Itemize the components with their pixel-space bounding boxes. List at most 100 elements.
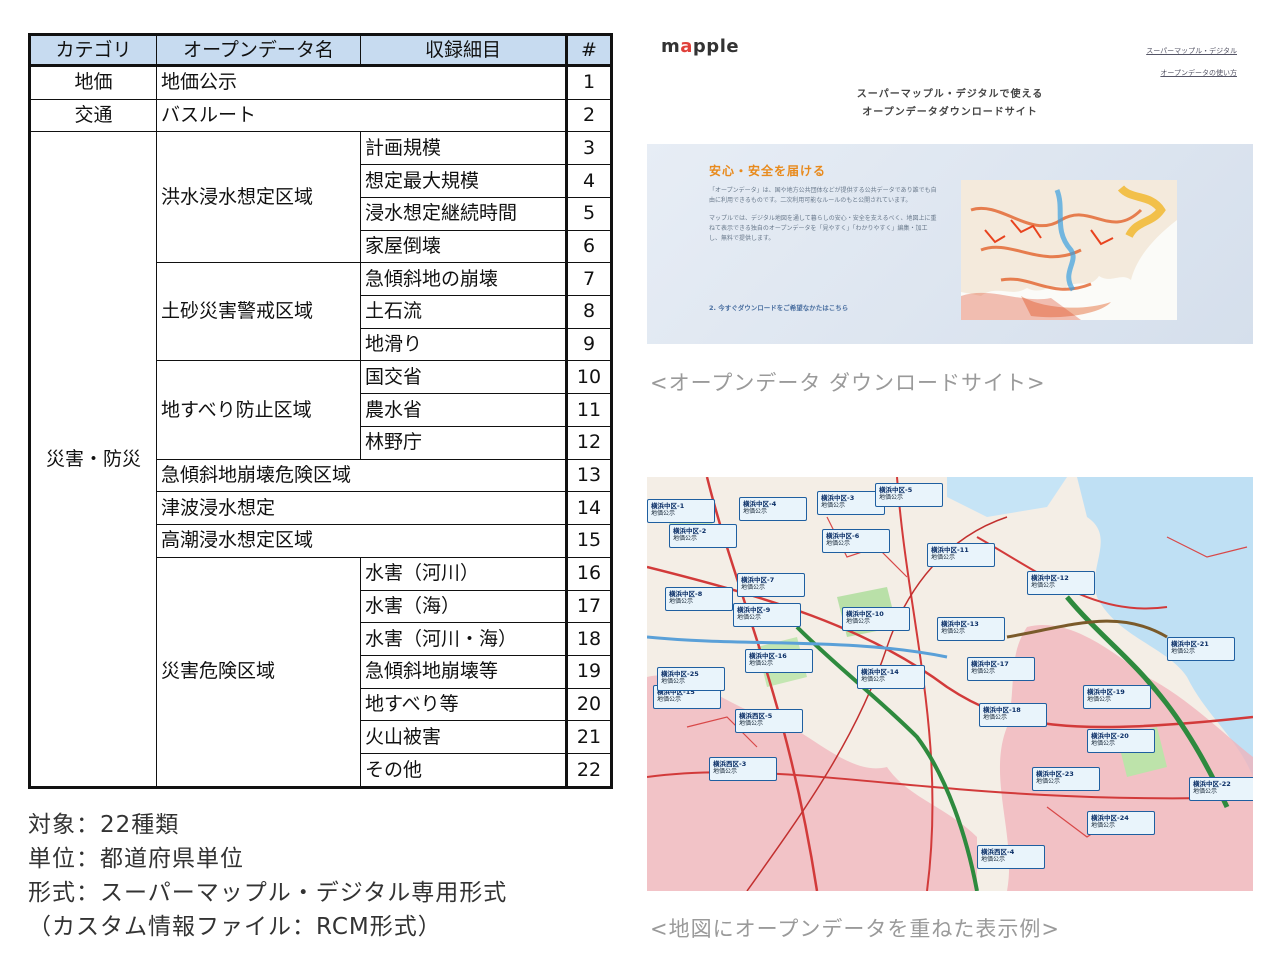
detail-cell: 地滑り (360, 327, 567, 362)
map-label-title: 横浜中区-17 (971, 660, 1009, 668)
map-price-label[interactable]: 横浜中区-13 地価公示 (937, 617, 1005, 641)
map-label-sub: 地価公示 (657, 696, 682, 703)
map-price-label[interactable]: 横浜中区-10 地価公示 (842, 607, 910, 631)
map-label-sub: 地価公示 (846, 618, 871, 625)
detail-cell: 地すべり等 (360, 687, 567, 722)
map-price-label[interactable]: 横浜中区-17 地価公示 (967, 657, 1035, 681)
map-label-sub: 地価公示 (743, 508, 768, 515)
map-label-sub: 地価公示 (1091, 822, 1116, 829)
open-data-name-cell: 地価公示 (156, 65, 567, 100)
map-label-title: 横浜中区-19 (1087, 688, 1125, 696)
map-price-label[interactable]: 横浜中区-21 地価公示 (1167, 637, 1235, 661)
map-price-label[interactable]: 横浜中区-6 地価公示 (822, 529, 890, 553)
map-label-sub: 地価公示 (713, 768, 738, 775)
site-link-super-mapple[interactable]: スーパーマップル・デジタル (1146, 40, 1237, 62)
number-cell: 9 (565, 327, 612, 362)
site-heading-line1: スーパーマップル・デジタルで使える (856, 89, 1044, 100)
map-price-label[interactable]: 横浜西区-3 地価公示 (709, 757, 777, 781)
hero-paragraph: マップルでは、デジタル地図を通して暮らしの安心・安全を支えるべく、地図上に重ねて… (709, 215, 937, 242)
map-label-title: 横浜中区-8 (669, 590, 703, 598)
map-label-title: 横浜中区-10 (846, 610, 884, 618)
map-label-title: 横浜中区-12 (1031, 574, 1069, 582)
detail-cell: 水害（河川） (360, 556, 567, 591)
number-cell: 20 (565, 687, 612, 722)
hero-title: 安心・安全を届ける (709, 164, 827, 178)
number-cell: 16 (565, 556, 612, 591)
map-price-label[interactable]: 横浜西区-5 地価公示 (735, 709, 803, 733)
number-cell: 3 (565, 131, 612, 166)
open-data-name-cell: 洪水浸水想定区域 (156, 131, 361, 264)
header-detail: 収録細目 (360, 34, 567, 67)
detail-cell: 水害（河川・海） (360, 622, 567, 656)
map-price-label[interactable]: 横浜西区-4 地価公示 (977, 845, 1045, 869)
map-label-title: 横浜中区-16 (749, 652, 787, 660)
number-cell: 14 (565, 491, 612, 526)
map-label-sub: 地価公示 (931, 554, 956, 561)
table-row: 交通 バスルート 2 (29, 98, 612, 133)
detail-cell: 林野庁 (360, 425, 567, 460)
map-label-title: 横浜中区-18 (983, 706, 1021, 714)
detail-cell: 浸水想定継続時間 (360, 196, 567, 231)
map-label-title: 横浜中区-14 (861, 668, 899, 676)
number-cell: 4 (565, 164, 612, 198)
category-cell: 地価 (29, 65, 157, 100)
map-price-label[interactable]: 横浜中区-2 地価公示 (669, 524, 737, 548)
map-price-label[interactable]: 横浜中区-18 地価公示 (979, 703, 1047, 727)
map-price-label[interactable]: 横浜中区-25 地価公示 (657, 667, 725, 691)
map-price-label[interactable]: 横浜中区-8 地価公示 (665, 587, 733, 611)
detail-cell: 計画規模 (360, 131, 567, 166)
map-label-sub: 地価公示 (669, 598, 694, 605)
map-price-label[interactable]: 横浜中区-22 地価公示 (1189, 777, 1253, 801)
map-label-sub: 地価公示 (1091, 740, 1116, 747)
map-price-label[interactable]: 横浜中区-19 地価公示 (1083, 685, 1151, 709)
map-label-title: 横浜中区-23 (1036, 770, 1074, 778)
map-label-sub: 地価公示 (983, 714, 1008, 721)
data-notes: 対象：22種類 単位：都道府県単位 形式：スーパーマップル・デジタル専用形式 （… (28, 808, 507, 944)
map-price-label[interactable]: 横浜中区-23 地価公示 (1032, 767, 1100, 791)
map-label-title: 横浜中区-1 (651, 502, 685, 510)
map-price-label[interactable]: 横浜中区-9 地価公示 (733, 603, 801, 627)
map-label-title: 横浜中区-13 (941, 620, 979, 628)
open-data-table: カテゴリ オープンデータ名 収録細目 # 地価 地価公示 1 交通 バスルート … (28, 33, 613, 789)
header-category: カテゴリ (29, 34, 157, 67)
map-price-label[interactable]: 横浜中区-4 地価公示 (739, 497, 807, 521)
base-map (647, 477, 1253, 891)
map-price-label[interactable]: 横浜中区-16 地価公示 (745, 649, 813, 673)
map-price-label[interactable]: 横浜中区-7 地価公示 (737, 573, 805, 597)
open-data-name-cell: 土砂災害警戒区域 (156, 262, 361, 362)
detail-cell: 水害（海） (360, 589, 567, 624)
map-label-title: 横浜西区-4 (981, 848, 1015, 856)
map-price-label[interactable]: 横浜中区-5 地価公示 (875, 483, 943, 507)
map-label-sub: 地価公示 (661, 678, 686, 685)
map-price-label[interactable]: 横浜中区-1 地価公示 (647, 499, 715, 523)
map-price-label[interactable]: 横浜中区-11 地価公示 (927, 543, 995, 567)
map-label-sub: 地価公示 (1193, 788, 1218, 795)
open-data-name-cell: 高潮浸水想定区域 (156, 524, 567, 558)
map-price-label[interactable]: 横浜中区-14 地価公示 (857, 665, 925, 689)
map-label-title: 横浜中区-3 (821, 494, 855, 502)
map-price-label[interactable]: 横浜中区-20 地価公示 (1087, 729, 1155, 753)
number-cell: 11 (565, 393, 612, 427)
table-row: 災害・防災 洪水浸水想定区域 計画規模 3 (29, 131, 612, 788)
number-cell: 2 (565, 98, 612, 133)
hero-download-link[interactable]: 2. 今すぐダウンロードをご希望なかたはこちら (709, 302, 848, 312)
map-label-sub: 地価公示 (941, 628, 966, 635)
map-label-title: 横浜中区-24 (1091, 814, 1129, 822)
site-link-how-to-use[interactable]: オープンデータの使い方 (1146, 62, 1237, 84)
map-label-sub: 地価公示 (1087, 696, 1112, 703)
detail-cell: 家屋倒壊 (360, 229, 567, 264)
map-label-title: 横浜中区-20 (1091, 732, 1129, 740)
number-cell: 8 (565, 295, 612, 329)
detail-cell: 土石流 (360, 295, 567, 329)
map-label-sub: 地価公示 (737, 614, 762, 621)
map-price-label[interactable]: 横浜中区-24 地価公示 (1087, 811, 1155, 835)
detail-cell: 想定最大規模 (360, 164, 567, 198)
number-cell: 17 (565, 589, 612, 624)
map-label-sub: 地価公示 (739, 720, 764, 727)
map-label-sub: 地価公示 (673, 535, 698, 542)
map-label-title: 横浜中区-11 (931, 546, 969, 554)
map-price-label[interactable]: 横浜中区-12 地価公示 (1027, 571, 1095, 595)
category-cell: 交通 (29, 98, 157, 133)
map-label-sub: 地価公示 (971, 668, 996, 675)
header-number: # (565, 34, 612, 67)
